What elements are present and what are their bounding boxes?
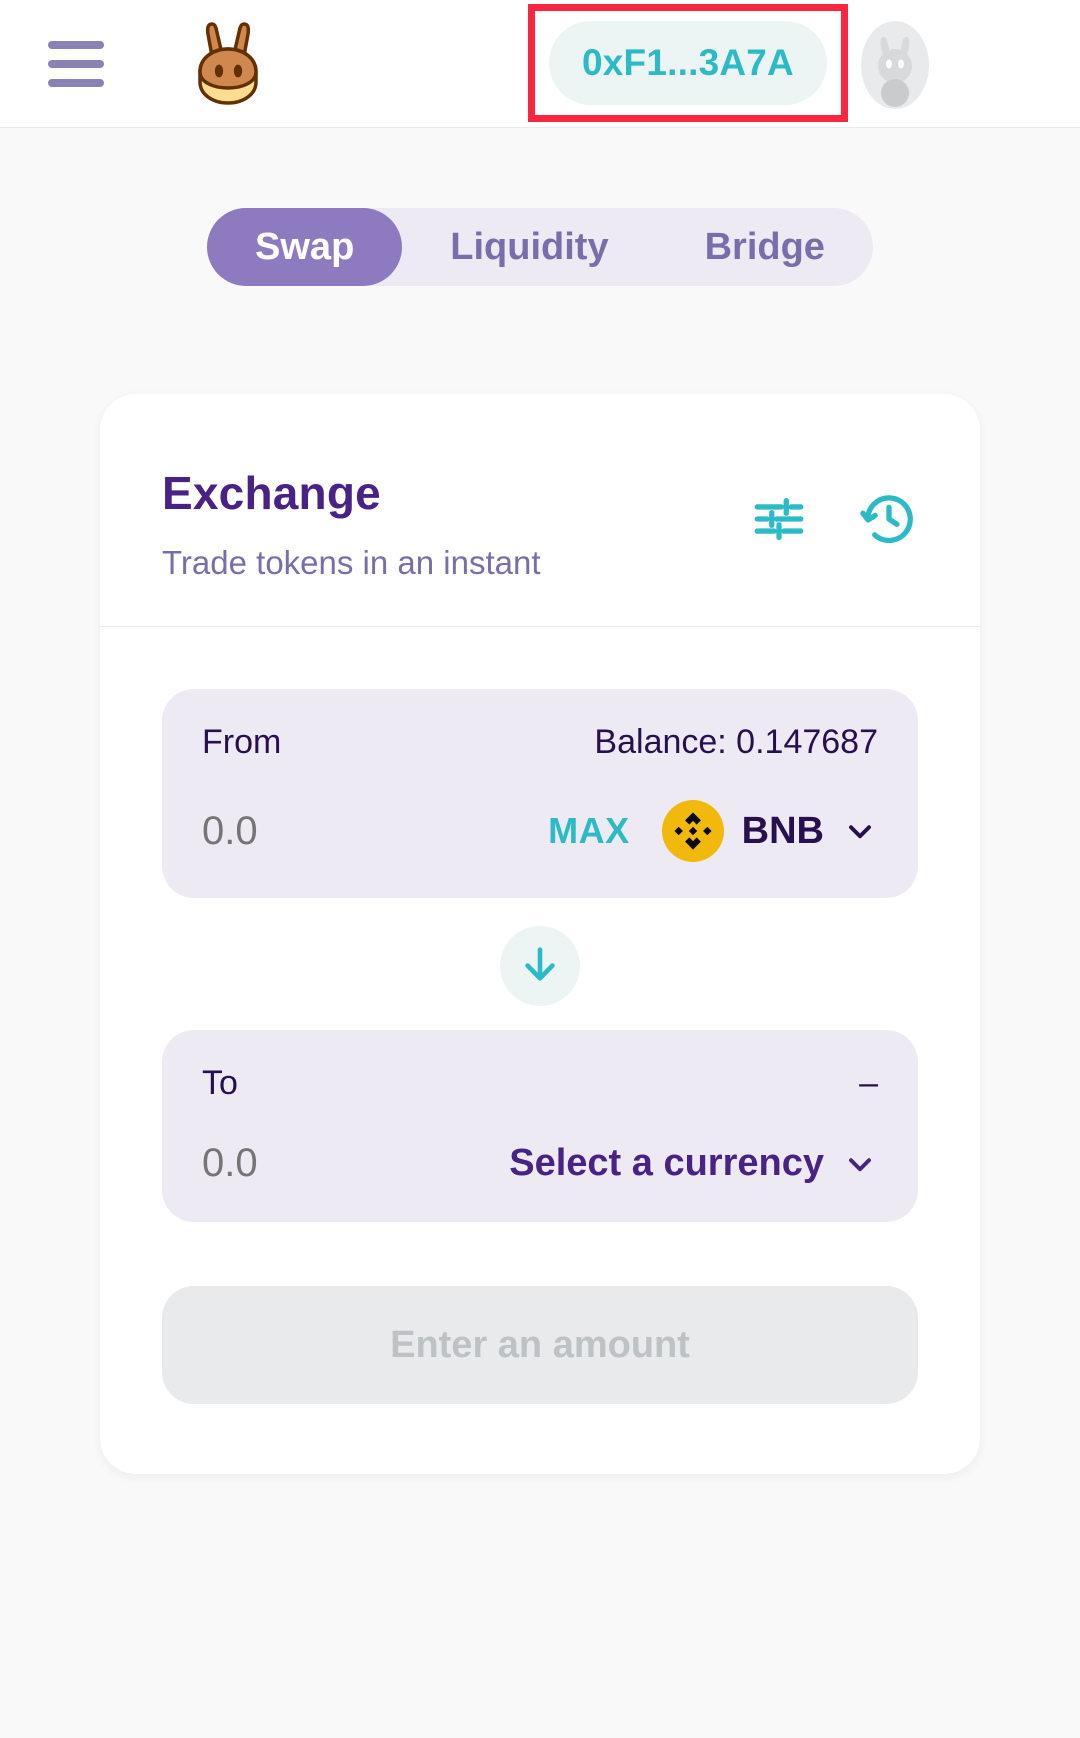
to-balance: –: [859, 1064, 878, 1103]
tab-swap[interactable]: Swap: [207, 208, 402, 286]
tab-liquidity[interactable]: Liquidity: [402, 208, 656, 286]
to-amount-input[interactable]: [202, 1141, 502, 1186]
from-amount-input[interactable]: [202, 809, 502, 854]
arrow-down-icon: [517, 941, 563, 992]
switch-direction-row: [162, 926, 918, 1006]
from-token-panel: From Balance: 0.147687 MAX: [162, 689, 918, 898]
wallet-button-highlight: 0xF1...3A7A: [528, 4, 848, 122]
menu-bar-1: [48, 41, 104, 49]
bnb-token-icon: [662, 800, 724, 862]
to-token-panel: To – Select a currency: [162, 1030, 918, 1222]
nav-tabs-row: Swap Liquidity Bridge: [0, 208, 1080, 286]
swap-body: From Balance: 0.147687 MAX: [100, 627, 980, 1474]
to-currency-select[interactable]: Select a currency: [509, 1142, 878, 1185]
tab-swap-label: Swap: [255, 226, 354, 269]
wallet-address-button[interactable]: 0xF1...3A7A: [549, 21, 827, 105]
to-panel-top: To –: [202, 1064, 878, 1103]
from-label: From: [202, 723, 281, 762]
wallet-address-label: 0xF1...3A7A: [582, 42, 794, 84]
from-currency-select[interactable]: BNB: [662, 800, 878, 862]
card-subtitle: Trade tokens in an instant: [162, 544, 918, 582]
history-clock-icon[interactable]: [860, 490, 918, 548]
chevron-down-icon: [842, 1146, 878, 1182]
nav-tabs: Swap Liquidity Bridge: [207, 208, 873, 286]
from-panel-bottom: MAX BNB: [202, 800, 878, 862]
to-panel-bottom: Select a currency: [202, 1141, 878, 1186]
switch-tokens-button[interactable]: [500, 926, 580, 1006]
to-currency-label: Select a currency: [509, 1142, 824, 1185]
app-header: 0xF1...3A7A: [0, 0, 1080, 128]
tab-bridge[interactable]: Bridge: [657, 208, 873, 286]
chevron-down-icon: [842, 813, 878, 849]
hamburger-menu-icon[interactable]: [48, 41, 104, 87]
enter-amount-button[interactable]: Enter an amount: [162, 1286, 918, 1404]
exchange-card: Exchange Trade tokens in an instant: [100, 394, 980, 1474]
tab-bridge-label: Bridge: [705, 226, 825, 269]
from-balance: Balance: 0.147687: [594, 723, 878, 762]
pancakeswap-bunny-logo[interactable]: [182, 16, 278, 112]
tune-sliders-icon[interactable]: [750, 490, 808, 548]
menu-bar-3: [48, 79, 104, 87]
from-currency-label: BNB: [742, 810, 824, 853]
from-panel-top: From Balance: 0.147687: [202, 723, 878, 762]
tab-liquidity-label: Liquidity: [450, 226, 608, 269]
exchange-card-header: Exchange Trade tokens in an instant: [100, 394, 980, 627]
to-label: To: [202, 1064, 238, 1103]
max-button[interactable]: MAX: [548, 810, 630, 852]
card-header-actions: [750, 490, 918, 548]
from-panel-right: MAX BNB: [548, 800, 878, 862]
user-avatar-bunny-icon[interactable]: [854, 21, 936, 109]
menu-bar-2: [48, 60, 104, 68]
